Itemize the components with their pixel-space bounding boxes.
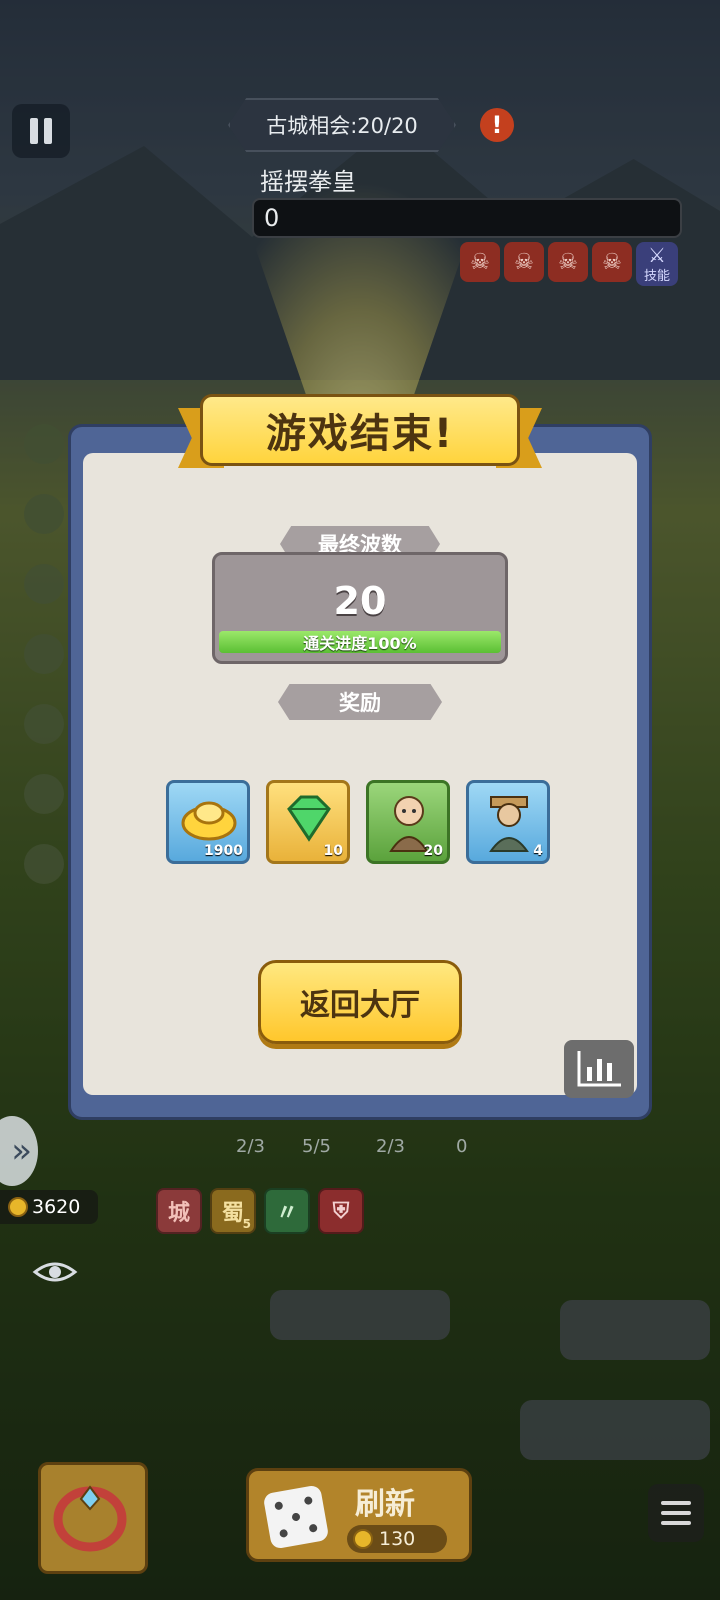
gold-amount: 3620	[32, 1196, 81, 1218]
boss-health-bar: 0	[252, 198, 682, 238]
reward-tag: 奖励	[278, 684, 442, 720]
return-lobby-button[interactable]: 返回大厅	[258, 960, 462, 1044]
tile-label: 城	[167, 1201, 190, 1226]
tile-shu[interactable]: 蜀5	[210, 1188, 256, 1234]
menu-button[interactable]	[648, 1484, 704, 1542]
ring-icon	[53, 1485, 127, 1552]
tile-wind[interactable]: 〃	[264, 1188, 310, 1234]
wave-card: 20 通关进度100%	[212, 552, 508, 664]
tile-badge: 5	[242, 1217, 251, 1231]
reward-list: 1900 10 20 4	[166, 780, 550, 864]
pause-button[interactable]	[12, 104, 70, 158]
refresh-cost-value: 130	[379, 1528, 416, 1550]
alert-icon[interactable]: !	[480, 108, 514, 142]
faction-count: 5/5	[302, 1136, 331, 1157]
equipment-slot[interactable]	[38, 1462, 148, 1574]
eye-icon[interactable]	[32, 1254, 78, 1290]
tile-city[interactable]: 城	[156, 1188, 202, 1234]
boss-status-row: ☠ ☠ ☠ ☠ ⚔ 技能	[460, 242, 678, 286]
coin-icon	[8, 1197, 28, 1217]
skull-icon: ☠	[460, 242, 500, 282]
boss-hp-value: 0	[264, 204, 280, 232]
sword-icon: ⚔	[648, 242, 666, 267]
reward-qty: 20	[423, 843, 443, 859]
reward-qty: 4	[533, 843, 543, 859]
wind-icon: 〃	[275, 1201, 298, 1226]
faction-count: 2/3	[376, 1136, 405, 1157]
green-gem-icon	[287, 795, 331, 842]
reward-item[interactable]: 4	[466, 780, 550, 864]
skull-icon: ☠	[592, 242, 632, 282]
final-wave-number: 20	[333, 579, 387, 623]
gold-ingot-icon	[181, 801, 237, 841]
progress-label: 通关进度100%	[303, 634, 417, 653]
refresh-label: 刷新	[355, 1487, 415, 1522]
boss-name: 摇摆拳皇	[260, 168, 356, 196]
title-ribbon: 游戏结束!	[178, 394, 542, 474]
reward-qty: 1900	[204, 843, 243, 859]
faction-count: 2/3	[236, 1136, 265, 1157]
clear-progress-bar: 通关进度100%	[219, 631, 501, 653]
tile-shield[interactable]: ⛨	[318, 1188, 364, 1234]
faction-count: 0	[456, 1136, 468, 1157]
statistics-button[interactable]	[564, 1040, 634, 1098]
bar-chart-icon	[577, 1051, 621, 1087]
skill-button[interactable]: ⚔ 技能	[636, 242, 678, 286]
reward-item[interactable]: 10	[266, 780, 350, 864]
dice-icon	[262, 1484, 330, 1550]
refresh-cost: 130	[347, 1525, 447, 1553]
tile-label: 蜀	[221, 1201, 244, 1226]
shield-icon: ⛨	[332, 1198, 350, 1224]
reward-qty: 10	[323, 843, 343, 859]
skull-icon: ☠	[548, 242, 588, 282]
refresh-button[interactable]: 刷新 130	[246, 1468, 472, 1562]
reward-item[interactable]: 20	[366, 780, 450, 864]
skill-label: 技能	[643, 268, 670, 284]
coin-icon	[353, 1529, 373, 1549]
hero-portrait-icon	[489, 796, 529, 852]
modal-title: 游戏结束!	[200, 394, 520, 466]
gold-counter: 3620	[0, 1190, 98, 1224]
skull-icon: ☠	[504, 242, 544, 282]
level-banner: 古城相会:20/20	[228, 98, 456, 152]
reward-item[interactable]: 1900	[166, 780, 250, 864]
